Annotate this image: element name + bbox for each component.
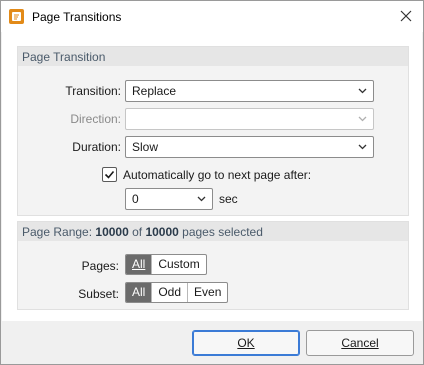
button-bar: OK Cancel <box>2 321 422 364</box>
close-button[interactable] <box>393 5 419 27</box>
direction-label: Direction: <box>70 112 121 126</box>
chevron-down-icon <box>358 144 367 150</box>
page-range-of: of <box>128 225 146 239</box>
close-icon <box>400 10 412 22</box>
group-header-page-range: Page Range: 10000 of 10000 pages selecte… <box>18 222 408 241</box>
pdf-app-icon <box>9 9 24 24</box>
page-range-group: Page Range: 10000 of 10000 pages selecte… <box>17 221 409 310</box>
page-transition-group: Page Transition Transition: Replace Dire… <box>17 46 409 216</box>
chevron-down-icon <box>358 88 367 94</box>
title-bar: Page Transitions <box>1 1 423 32</box>
group-header-page-transition: Page Transition <box>18 47 408 66</box>
auto-advance-seconds-select[interactable]: 0 <box>125 188 213 210</box>
page-range-suffix: pages selected <box>178 225 263 239</box>
subset-segmented-control: All Odd Even <box>125 282 229 303</box>
pages-option-custom[interactable]: Custom <box>152 255 205 274</box>
duration-label: Duration: <box>72 140 121 154</box>
duration-select[interactable]: Slow <box>125 136 374 158</box>
checkmark-icon <box>104 170 115 179</box>
auto-advance-label: Automatically go to next page after: <box>123 168 312 182</box>
auto-advance-seconds-value: 0 <box>132 192 139 206</box>
transition-value: Replace <box>132 84 177 98</box>
auto-advance-checkbox[interactable] <box>102 167 117 182</box>
chevron-down-icon <box>358 116 367 122</box>
direction-select[interactable] <box>125 108 374 130</box>
page-range-total: 10000 <box>145 225 179 239</box>
page-transitions-dialog: Page Transitions Page Transition Transit… <box>0 0 424 365</box>
page-range-prefix: Page Range: <box>22 225 96 239</box>
pages-option-all[interactable]: All <box>126 255 153 274</box>
subset-label: Subset: <box>78 287 119 301</box>
subset-option-all[interactable]: All <box>126 283 153 302</box>
transition-select[interactable]: Replace <box>125 80 374 102</box>
subset-option-odd[interactable]: Odd <box>152 283 189 302</box>
cancel-button[interactable]: Cancel <box>306 330 414 356</box>
seconds-unit-label: sec <box>219 192 238 206</box>
pages-label: Pages: <box>81 259 119 273</box>
dialog-body: Page Transition Transition: Replace Dire… <box>2 32 422 364</box>
ok-button[interactable]: OK <box>192 330 300 356</box>
page-range-count: 10000 <box>95 225 129 239</box>
subset-option-even[interactable]: Even <box>188 283 227 302</box>
transition-label: Transition: <box>65 84 121 98</box>
chevron-down-icon <box>197 196 206 202</box>
pages-segmented-control: All Custom <box>125 254 207 275</box>
window-title: Page Transitions <box>32 10 122 24</box>
duration-value: Slow <box>132 140 159 154</box>
